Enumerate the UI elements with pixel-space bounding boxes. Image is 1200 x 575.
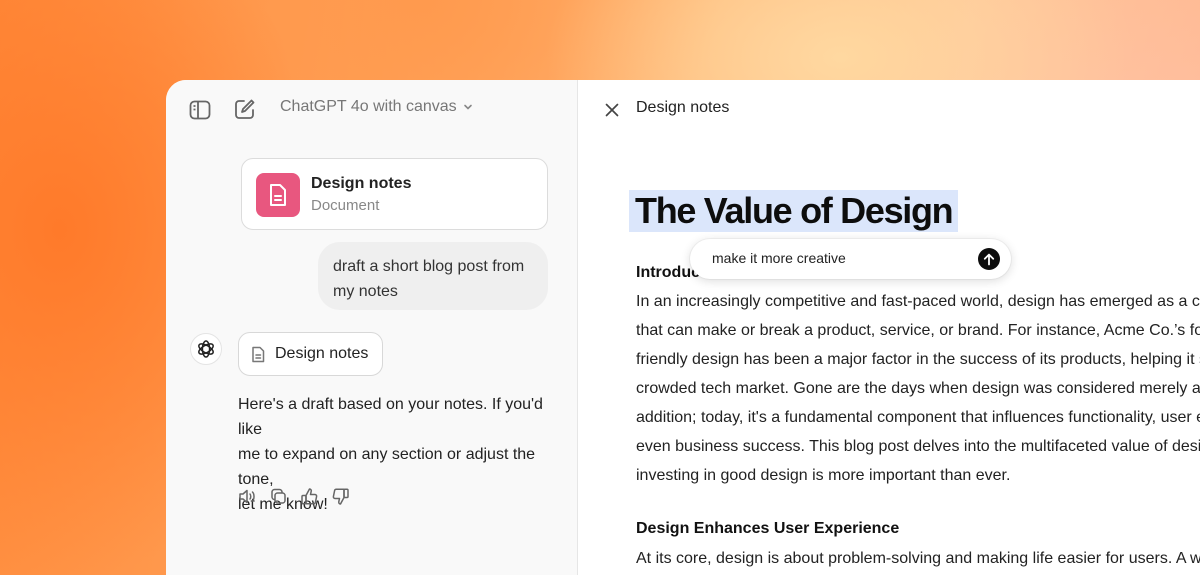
user-message-line: draft a short blog post from: [333, 258, 525, 275]
document-icon: [256, 173, 300, 217]
paragraph-line: In an increasingly competitive and fast-…: [636, 293, 1200, 310]
document-heading: The Value of Design: [635, 190, 954, 231]
assistant-message-line: Here's a draft based on your notes. If y…: [238, 396, 543, 438]
paragraph-line: even business success. This blog post de…: [636, 438, 1200, 455]
copy-icon[interactable]: [269, 487, 288, 506]
paragraph-line: investing in good design is more importa…: [636, 467, 1011, 484]
thumbs-down-icon[interactable]: [331, 487, 350, 506]
document-chip-label: Design notes: [275, 345, 369, 362]
section-heading: Design Enhances User Experience: [636, 520, 900, 537]
send-arrow-up-icon[interactable]: [978, 248, 1000, 270]
paragraph-line: friendly design has been a major factor …: [636, 351, 1200, 368]
document-icon: [252, 346, 265, 362]
intro-paragraph: In an increasingly competitive and fast-…: [636, 287, 1200, 490]
sidebar-toggle-icon[interactable]: [188, 98, 212, 122]
document-card-type: Document: [311, 197, 380, 214]
edit-prompt-popover: [690, 239, 1011, 279]
model-label: ChatGPT 4o with canvas: [280, 98, 457, 115]
document-card-title: Design notes: [311, 175, 412, 192]
canvas-pane: Design notes The Value of Design Introdu…: [578, 80, 1200, 575]
chat-pane: ChatGPT 4o with canvas Design notes Docu…: [166, 80, 578, 575]
edit-prompt-input[interactable]: [712, 250, 962, 266]
app-window: ChatGPT 4o with canvas Design notes Docu…: [166, 80, 1200, 575]
assistant-message-line: me to expand on any section or adjust th…: [238, 446, 536, 488]
user-message: draft a short blog post from my notes: [318, 242, 548, 310]
section-paragraph-line: At its core, design is about problem-sol…: [636, 550, 1200, 567]
selected-heading[interactable]: The Value of Design: [629, 190, 959, 232]
read-aloud-icon[interactable]: [238, 487, 257, 506]
message-actions: [238, 487, 350, 506]
document-card[interactable]: Design notes Document: [241, 158, 548, 230]
assistant-avatar-icon: [190, 333, 222, 365]
paragraph-line: that can make or break a product, servic…: [636, 322, 1200, 339]
chevron-down-icon: [463, 104, 472, 110]
paragraph-line: addition; today, it's a fundamental comp…: [636, 409, 1200, 426]
model-selector[interactable]: ChatGPT 4o with canvas: [280, 98, 473, 116]
canvas-title: Design notes: [636, 99, 730, 116]
close-icon[interactable]: [600, 98, 624, 122]
thumbs-up-icon[interactable]: [300, 487, 319, 506]
document-chip-button[interactable]: Design notes: [238, 332, 384, 376]
paragraph-line: crowded tech market. Gone are the days w…: [636, 380, 1200, 397]
user-message-line: my notes: [333, 283, 398, 300]
new-chat-icon[interactable]: [233, 97, 257, 121]
